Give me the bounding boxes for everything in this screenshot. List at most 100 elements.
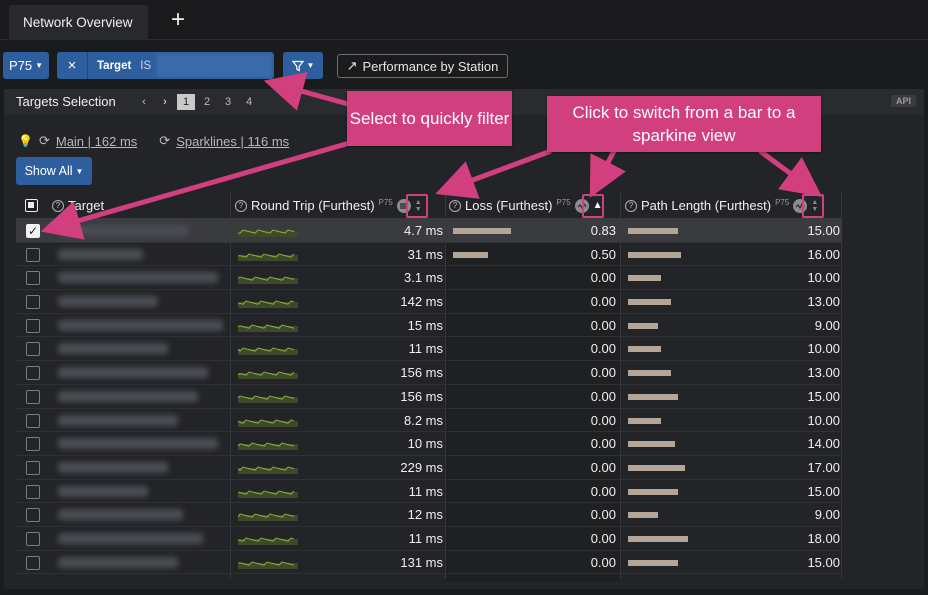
table-row[interactable]: 3.1 ms 0.00 10.00 (16, 266, 842, 291)
round-trip-sparkline (238, 561, 298, 569)
show-all-dropdown[interactable]: Show All ▼ (16, 157, 92, 185)
target-name-redacted[interactable] (58, 556, 178, 568)
target-filter-pill[interactable]: × Target IS (57, 52, 274, 79)
target-name-redacted[interactable] (58, 461, 168, 473)
filter-value-redacted[interactable] (157, 54, 272, 77)
th-target-label: Target (68, 198, 105, 213)
round-trip-sparkline (238, 229, 298, 237)
help-icon[interactable]: ? (625, 199, 637, 212)
path-length-bar (628, 512, 658, 519)
target-name-redacted[interactable] (58, 296, 158, 308)
filter-callout: Select to quickly filter (347, 91, 512, 146)
row-checkbox[interactable] (26, 460, 40, 475)
path-length-bar (628, 488, 678, 495)
target-name-redacted[interactable] (58, 225, 188, 236)
path-length-value: 13.00 (807, 294, 840, 310)
table-row[interactable]: 12 ms 0.00 9.00 (16, 503, 842, 527)
row-checkbox[interactable] (26, 366, 40, 381)
th-target[interactable]: ? Target (52, 192, 104, 219)
path-length-bar (628, 535, 688, 542)
refresh-icon[interactable]: ⟳ (159, 133, 170, 149)
row-checkbox[interactable] (26, 508, 40, 523)
table-row[interactable]: 10 ms 0.00 14.00 (16, 432, 842, 456)
row-checkbox[interactable] (26, 437, 40, 452)
th-round-trip[interactable]: ? Round Trip (Furthest) P75 ▲ ▼ (235, 192, 422, 219)
tab-network-overview[interactable]: Network Overview (9, 5, 148, 40)
row-checkbox[interactable] (26, 342, 40, 357)
chevron-left-icon[interactable]: ‹ (135, 94, 153, 110)
th-loss[interactable]: ? Loss (Furthest) P75 ▲ (449, 192, 603, 219)
round-trip-sparkline (238, 300, 298, 309)
row-checkbox[interactable] (26, 247, 40, 262)
chevron-right-icon[interactable]: › (156, 94, 174, 110)
sparklines-timing-link[interactable]: Sparklines | 116 ms (176, 134, 289, 149)
help-icon[interactable]: ? (235, 199, 247, 212)
target-name-redacted[interactable] (58, 532, 203, 544)
row-checkbox[interactable] (26, 295, 40, 310)
page-2[interactable]: 2 (198, 94, 216, 110)
target-name-redacted[interactable] (58, 438, 218, 450)
table-row[interactable]: 11 ms 0.00 10.00 (16, 337, 842, 362)
page-3[interactable]: 3 (219, 94, 237, 110)
target-name-redacted[interactable] (58, 509, 183, 521)
target-name-redacted[interactable] (58, 485, 148, 497)
add-tab-button[interactable]: + (166, 6, 190, 34)
table-row[interactable]: 31 ms 0.50 16.00 (16, 243, 842, 267)
target-name-redacted[interactable] (58, 367, 208, 379)
table-row[interactable]: 156 ms 0.00 15.00 (16, 385, 842, 409)
round-trip-sparkline (238, 395, 298, 403)
table-row[interactable]: 11 ms 0.00 18.00 (16, 527, 842, 551)
help-icon[interactable]: ? (449, 199, 461, 212)
target-name-redacted[interactable] (58, 390, 198, 402)
page-1[interactable]: 1 (177, 94, 195, 110)
table-row[interactable]: 11 ms 0.00 15.00 (16, 480, 842, 504)
round-trip-value: 156 ms (400, 388, 443, 404)
table-row[interactable]: 8.2 ms 0.00 10.00 (16, 409, 842, 433)
api-badge[interactable]: API (890, 95, 916, 107)
loss-value: 0.00 (590, 507, 616, 523)
row-checkbox[interactable] (26, 531, 40, 546)
target-name-redacted[interactable] (58, 343, 168, 355)
row-checkbox[interactable] (26, 389, 40, 404)
row-checkbox[interactable] (26, 413, 40, 428)
round-trip-sparkline (238, 418, 298, 427)
round-trip-sparkline (238, 324, 298, 332)
path-length-bar (628, 299, 671, 306)
tab-bar: Network Overview + (0, 0, 928, 40)
target-name-redacted[interactable] (58, 248, 143, 260)
table-row[interactable]: 131 ms 0.00 15.00 (16, 551, 842, 575)
row-checkbox[interactable] (26, 271, 40, 286)
table-row[interactable]: 142 ms 0.00 13.00 (16, 290, 842, 314)
percentile-dropdown[interactable]: P75 ▼ (3, 52, 49, 79)
th-path-length[interactable]: ? Path Length (Furthest) P75 ▲ ▼ (625, 192, 818, 219)
table-row[interactable]: 156 ms 0.00 13.00 (16, 361, 842, 385)
table-row[interactable]: ✓ 4.7 ms 0.83 15.00 (16, 219, 842, 243)
table-header: ? Target ? Round Trip (Furthest) P75 ▲ ▼ … (16, 192, 842, 219)
table-row[interactable]: 229 ms 0.00 17.00 (16, 456, 842, 480)
target-name-redacted[interactable] (58, 272, 218, 284)
loss-bar (453, 251, 488, 258)
page-4[interactable]: 4 (240, 94, 258, 110)
round-trip-value: 142 ms (400, 294, 443, 310)
main-timing-link[interactable]: Main | 162 ms (56, 134, 137, 149)
path-length-bar (628, 322, 658, 329)
row-checkbox[interactable] (26, 555, 40, 570)
select-all-checkbox[interactable] (25, 199, 38, 212)
add-filter-button[interactable]: ▼ (283, 52, 323, 79)
percentile-label: P75 (8, 58, 33, 73)
remove-filter-button[interactable]: × (57, 52, 88, 79)
round-trip-value: 131 ms (400, 554, 443, 570)
round-trip-value: 11 ms (408, 530, 443, 546)
row-checkbox[interactable] (26, 318, 40, 333)
table-row[interactable]: 15 ms 0.00 9.00 (16, 314, 842, 338)
refresh-icon[interactable]: ⟳ (39, 133, 50, 149)
row-checkbox[interactable] (26, 484, 40, 499)
path-length-bar (628, 559, 678, 566)
target-name-redacted[interactable] (58, 414, 178, 426)
help-icon[interactable]: ? (52, 199, 64, 212)
target-name-redacted[interactable] (58, 319, 223, 331)
performance-by-station-button[interactable]: ↗ Performance by Station (337, 54, 508, 78)
filter-toolbar: P75 ▼ × Target IS ▼ ↗ Performance by Sta… (0, 41, 928, 89)
row-checkbox[interactable]: ✓ (26, 224, 40, 238)
highlight-loss-toggle (582, 194, 604, 218)
